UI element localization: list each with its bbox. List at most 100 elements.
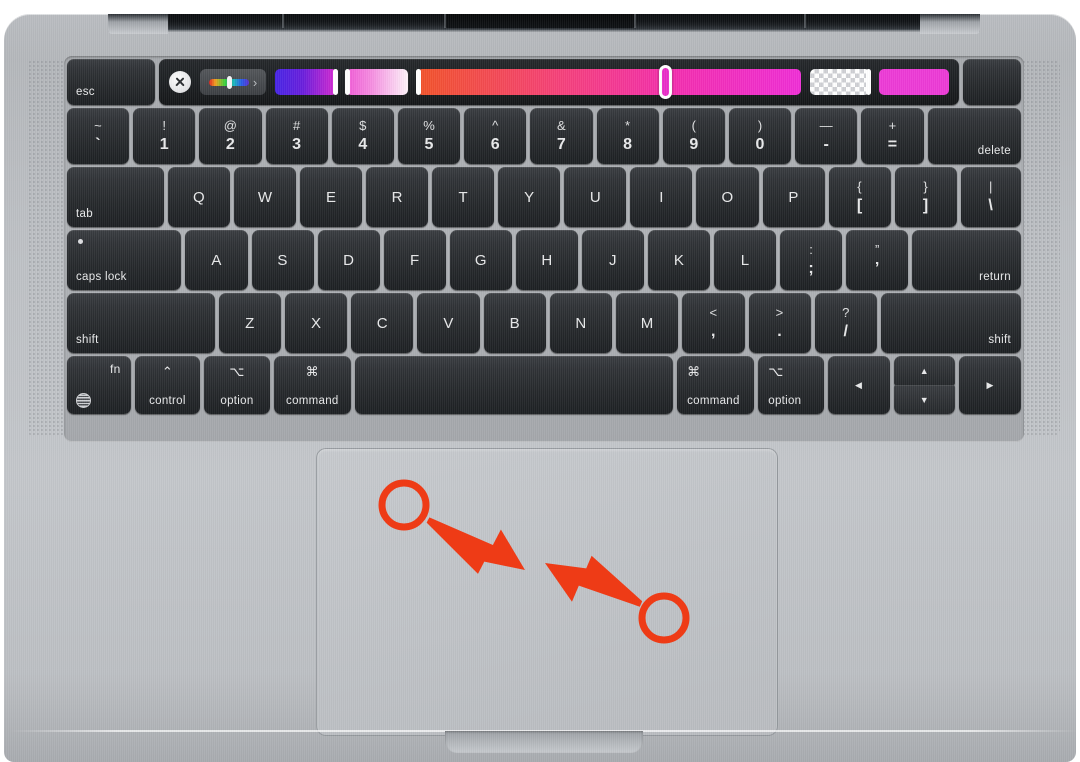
- key-9-shift-legend: (: [691, 118, 697, 133]
- key-s[interactable]: S: [251, 230, 314, 290]
- key-2-legend: @2: [224, 119, 238, 153]
- key-option-right[interactable]: ⌥ option: [758, 356, 824, 414]
- key-2[interactable]: @2: [199, 108, 262, 164]
- key-q[interactable]: Q: [167, 167, 231, 227]
- key-a[interactable]: A: [185, 230, 248, 290]
- hinge-tick: [634, 14, 636, 28]
- key-u-label: U: [589, 188, 601, 206]
- macbook-body: esc › ~ ` ! 1 @ 2 # 3 $ 4 % 5 ^ 6 & 7 * …: [4, 14, 1076, 762]
- key-d[interactable]: D: [317, 230, 380, 290]
- key-l[interactable]: L: [714, 230, 777, 290]
- key-comma-base-legend: ,: [711, 323, 716, 340]
- key-g[interactable]: G: [449, 230, 512, 290]
- swatch-transparent-checker[interactable]: [810, 69, 871, 95]
- key-k[interactable]: K: [648, 230, 711, 290]
- key-backslash-legend: | \: [988, 180, 993, 214]
- key-6[interactable]: ^ 6: [464, 108, 527, 164]
- key-equals[interactable]: + =: [861, 108, 924, 164]
- key-x[interactable]: X: [284, 293, 348, 353]
- trackpad[interactable]: [316, 448, 778, 736]
- key-return[interactable]: return: [912, 230, 1021, 290]
- key-option-left-label: option: [220, 395, 254, 407]
- key-bracket-right[interactable]: }]: [894, 167, 957, 227]
- key-n[interactable]: N: [549, 293, 613, 353]
- key-touchid-power[interactable]: [963, 59, 1021, 105]
- color-spectrum-icon[interactable]: ›: [200, 69, 266, 95]
- key-4[interactable]: $4: [331, 108, 395, 164]
- key-control[interactable]: ⌃ control: [134, 356, 201, 414]
- hinge-seam: [108, 29, 980, 32]
- key-caps-lock[interactable]: caps lock: [67, 230, 182, 290]
- key-3[interactable]: #3: [265, 108, 328, 164]
- key-8[interactable]: * 8: [596, 108, 659, 164]
- key-v[interactable]: V: [417, 293, 480, 353]
- swatch-gradient-blue-magenta[interactable]: [275, 69, 338, 95]
- key-p[interactable]: P: [762, 167, 825, 227]
- key-5[interactable]: % 5: [398, 108, 461, 164]
- close-x-icon[interactable]: [169, 71, 191, 93]
- key-minus-shift-legend: —: [819, 118, 833, 133]
- key-shift-right[interactable]: shift: [880, 293, 1021, 353]
- touch-bar[interactable]: ›: [159, 59, 959, 105]
- key-5-shift-legend: %: [423, 118, 436, 133]
- key-c[interactable]: C: [351, 293, 414, 353]
- key-arrow-updown[interactable]: ▲ ▼: [893, 356, 956, 414]
- key-i[interactable]: I: [630, 167, 693, 227]
- key-1[interactable]: ! 1: [133, 108, 196, 164]
- swatch-solid-magenta[interactable]: [879, 69, 949, 95]
- key-shift-left-label: shift: [76, 334, 99, 346]
- key-command-right[interactable]: ⌘ command: [677, 356, 755, 414]
- key-equals-shift-legend: +: [888, 118, 897, 133]
- slider-handle[interactable]: [658, 65, 672, 99]
- key-fn[interactable]: fn: [67, 356, 131, 414]
- key-comma[interactable]: <,: [682, 293, 745, 353]
- key-slash[interactable]: ? /: [814, 293, 877, 353]
- key-arrow-up[interactable]: ▲: [893, 356, 956, 385]
- key-shift-left[interactable]: shift: [67, 293, 215, 353]
- key-7-base-legend: 7: [556, 136, 567, 153]
- key-minus[interactable]: — -: [795, 108, 858, 164]
- key-quote[interactable]: ”’: [846, 230, 909, 290]
- key-r[interactable]: R: [366, 167, 429, 227]
- key-control-symbol: ⌃: [161, 364, 174, 379]
- key-arrow-down[interactable]: ▼: [893, 385, 956, 414]
- key-arrow-left-label: ◀: [855, 379, 863, 390]
- key-e[interactable]: E: [300, 167, 363, 227]
- key-arrow-left[interactable]: ◀: [827, 356, 890, 414]
- key-h[interactable]: H: [515, 230, 578, 290]
- key-bracket-right-legend: }]: [923, 180, 929, 214]
- key-o[interactable]: O: [696, 167, 759, 227]
- key-9[interactable]: (9: [662, 108, 726, 164]
- key-space[interactable]: [354, 356, 674, 414]
- swatch-gradient-orange-magenta-slider[interactable]: [416, 65, 801, 99]
- key-arrow-right[interactable]: ▶: [959, 356, 1021, 414]
- key-m[interactable]: M: [616, 293, 679, 353]
- key-z[interactable]: Z: [218, 293, 281, 353]
- key-period[interactable]: >.: [748, 293, 811, 353]
- key-tilde[interactable]: ~ `: [67, 108, 130, 164]
- key-backslash[interactable]: | \: [960, 167, 1021, 227]
- key-bracket-left[interactable]: {[: [828, 167, 891, 227]
- key-tilde-shift-legend: ~: [94, 118, 103, 133]
- key-tab[interactable]: tab: [67, 167, 164, 227]
- key-esc[interactable]: esc: [67, 59, 155, 105]
- swatch-gradient-magenta-white[interactable]: [345, 69, 408, 95]
- key-w[interactable]: W: [234, 167, 297, 227]
- key-b[interactable]: B: [483, 293, 546, 353]
- key-semicolon[interactable]: :;: [780, 230, 843, 290]
- key-comma-legend: <,: [709, 306, 717, 340]
- key-l-label: L: [740, 251, 750, 269]
- key-delete[interactable]: delete: [927, 108, 1021, 164]
- key-j[interactable]: J: [581, 230, 644, 290]
- hinge-foot-left: [108, 14, 168, 34]
- key-t[interactable]: T: [432, 167, 495, 227]
- key-y[interactable]: Y: [498, 167, 561, 227]
- key-9-legend: (9: [689, 119, 698, 153]
- key-f[interactable]: F: [383, 230, 446, 290]
- key-option-left[interactable]: ⌥ option: [204, 356, 270, 414]
- screenshot-root: esc › ~ ` ! 1 @ 2 # 3 $ 4 % 5 ^ 6 & 7 * …: [0, 0, 1080, 762]
- key-command-left[interactable]: ⌘ command: [273, 356, 351, 414]
- key-0[interactable]: ) 0: [729, 108, 792, 164]
- key-u[interactable]: U: [564, 167, 627, 227]
- key-7[interactable]: & 7: [530, 108, 593, 164]
